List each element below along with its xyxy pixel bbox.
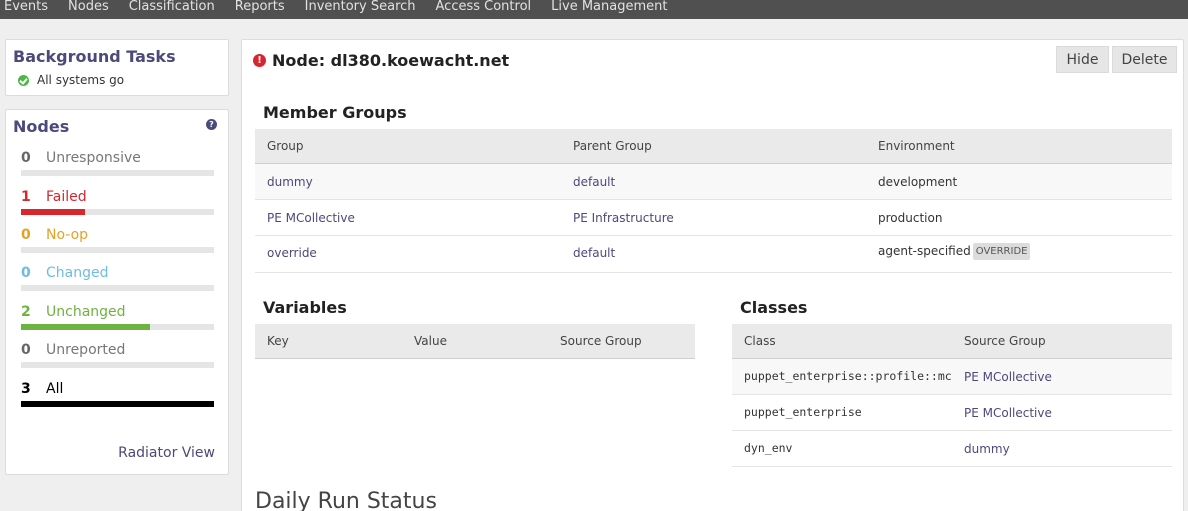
background-tasks-status-text: All systems go bbox=[37, 73, 125, 87]
node-detail-panel: ! Node: dl380.koewacht.net Hide Delete M… bbox=[241, 39, 1184, 511]
environment-value: production bbox=[878, 211, 943, 225]
override-badge: OVERRIDE bbox=[972, 243, 1031, 260]
daily-run-status-heading: Daily Run Status bbox=[255, 489, 437, 511]
parent-group-link[interactable]: PE Infrastructure bbox=[573, 211, 674, 225]
nav-live-management[interactable]: Live Management bbox=[551, 0, 667, 14]
stat-bar-fill bbox=[21, 324, 150, 330]
table-header: Class Source Group bbox=[732, 324, 1172, 359]
column-header-value: Value bbox=[414, 334, 447, 348]
background-tasks-title: Background Tasks bbox=[13, 47, 176, 66]
environment-value: development bbox=[878, 175, 958, 189]
stat-label: Failed bbox=[46, 189, 87, 205]
environment-value: agent-specified bbox=[878, 244, 971, 258]
nav-nodes[interactable]: Nodes bbox=[68, 0, 109, 14]
help-icon[interactable]: ? bbox=[206, 119, 217, 130]
member-groups-heading: Member Groups bbox=[263, 103, 407, 122]
error-icon: ! bbox=[253, 54, 266, 67]
stat-unresponsive[interactable]: 0 Unresponsive bbox=[21, 150, 214, 180]
stat-bar-fill bbox=[21, 209, 86, 215]
nav-inventory-search[interactable]: Inventory Search bbox=[305, 0, 416, 14]
stat-label: Unchanged bbox=[46, 304, 126, 320]
column-header-environment: Environment bbox=[878, 139, 955, 153]
stat-label: No-op bbox=[46, 227, 89, 243]
stat-count: 3 bbox=[21, 381, 31, 397]
nodes-title: Nodes bbox=[13, 117, 70, 136]
nav-access-control[interactable]: Access Control bbox=[436, 0, 532, 14]
class-name: dyn_env bbox=[744, 441, 793, 455]
hide-button[interactable]: Hide bbox=[1056, 46, 1109, 73]
parent-group-link[interactable]: default bbox=[573, 175, 615, 189]
check-circle-icon bbox=[18, 74, 29, 86]
source-group-link[interactable]: PE MCollective bbox=[964, 406, 1052, 420]
stat-count: 0 bbox=[21, 227, 31, 243]
parent-group-link[interactable]: default bbox=[573, 246, 615, 260]
source-group-link[interactable]: dummy bbox=[964, 442, 1010, 456]
group-link[interactable]: dummy bbox=[267, 175, 313, 189]
group-link[interactable]: PE MCollective bbox=[267, 211, 355, 225]
stat-bar-track bbox=[21, 247, 214, 253]
nav-reports[interactable]: Reports bbox=[235, 0, 285, 14]
table-row: puppet_enterprise PE MCollective bbox=[732, 395, 1172, 431]
stat-count: 0 bbox=[21, 265, 31, 281]
stat-unchanged[interactable]: 2 Unchanged bbox=[21, 304, 214, 334]
stat-label: Unresponsive bbox=[46, 150, 141, 166]
column-header-source-group: Source Group bbox=[560, 334, 642, 348]
stat-bar-track bbox=[21, 401, 214, 407]
class-name: puppet_enterprise bbox=[744, 405, 862, 419]
stat-label: Unreported bbox=[46, 342, 126, 358]
delete-button[interactable]: Delete bbox=[1112, 46, 1177, 73]
table-header: Key Value Source Group bbox=[255, 324, 695, 359]
column-header-key: Key bbox=[267, 334, 289, 348]
classes-table: Class Source Group puppet_enterprise::pr… bbox=[732, 324, 1172, 468]
background-tasks-status: All systems go bbox=[18, 73, 124, 87]
stat-bar-track bbox=[21, 209, 214, 215]
stat-changed[interactable]: 0 Changed bbox=[21, 265, 214, 295]
table-row: dyn_env dummy bbox=[732, 431, 1172, 467]
stat-bar-track bbox=[21, 170, 214, 176]
background-tasks-card: Background Tasks All systems go bbox=[5, 39, 229, 96]
nav-classification[interactable]: Classification bbox=[129, 0, 215, 14]
stat-count: 0 bbox=[21, 150, 31, 166]
column-header-parent-group: Parent Group bbox=[573, 139, 652, 153]
variables-heading: Variables bbox=[263, 298, 347, 317]
stat-bar-track bbox=[21, 285, 214, 291]
stat-count: 0 bbox=[21, 342, 31, 358]
column-header-class: Class bbox=[744, 334, 776, 348]
stat-unreported[interactable]: 0 Unreported bbox=[21, 342, 214, 372]
node-title-text: Node: dl380.koewacht.net bbox=[272, 51, 510, 70]
nav-events[interactable]: Events bbox=[4, 0, 48, 14]
member-groups-table: Group Parent Group Environment dummy def… bbox=[255, 129, 1172, 273]
stat-label: Changed bbox=[46, 265, 109, 281]
stat-bar-fill bbox=[21, 401, 214, 407]
table-row: PE MCollective PE Infrastructure product… bbox=[255, 200, 1172, 236]
table-row: dummy default development bbox=[255, 164, 1172, 200]
node-title: ! Node: dl380.koewacht.net bbox=[253, 51, 509, 70]
stat-count: 1 bbox=[21, 189, 31, 205]
stat-bar-track bbox=[21, 362, 214, 368]
stat-count: 2 bbox=[21, 304, 31, 320]
stat-noop[interactable]: 0 No-op bbox=[21, 227, 214, 257]
variables-table: Key Value Source Group bbox=[255, 324, 695, 360]
stat-failed[interactable]: 1 Failed bbox=[21, 189, 214, 219]
nodes-summary-card: Nodes ? 0 Unresponsive 1 Failed 0 No-op … bbox=[5, 109, 229, 475]
stat-label: All bbox=[46, 381, 64, 397]
column-header-source-group: Source Group bbox=[964, 334, 1046, 348]
classes-heading: Classes bbox=[740, 298, 808, 317]
source-group-link[interactable]: PE MCollective bbox=[964, 370, 1052, 384]
class-name: puppet_enterprise::profile::mc bbox=[744, 369, 952, 383]
top-navigation: Events Nodes Classification Reports Inve… bbox=[0, 0, 1188, 19]
group-link[interactable]: override bbox=[267, 246, 317, 260]
table-header: Group Parent Group Environment bbox=[255, 129, 1172, 164]
radiator-view-link[interactable]: Radiator View bbox=[118, 445, 215, 461]
column-header-group: Group bbox=[267, 139, 304, 153]
stat-all[interactable]: 3 All bbox=[21, 381, 214, 411]
table-row: override default agent-specified OVERRIDE bbox=[255, 236, 1172, 273]
table-row: puppet_enterprise::profile::mc PE MColle… bbox=[732, 359, 1172, 395]
stat-bar-track bbox=[21, 324, 214, 330]
environment-cell: agent-specified OVERRIDE bbox=[878, 243, 1031, 260]
